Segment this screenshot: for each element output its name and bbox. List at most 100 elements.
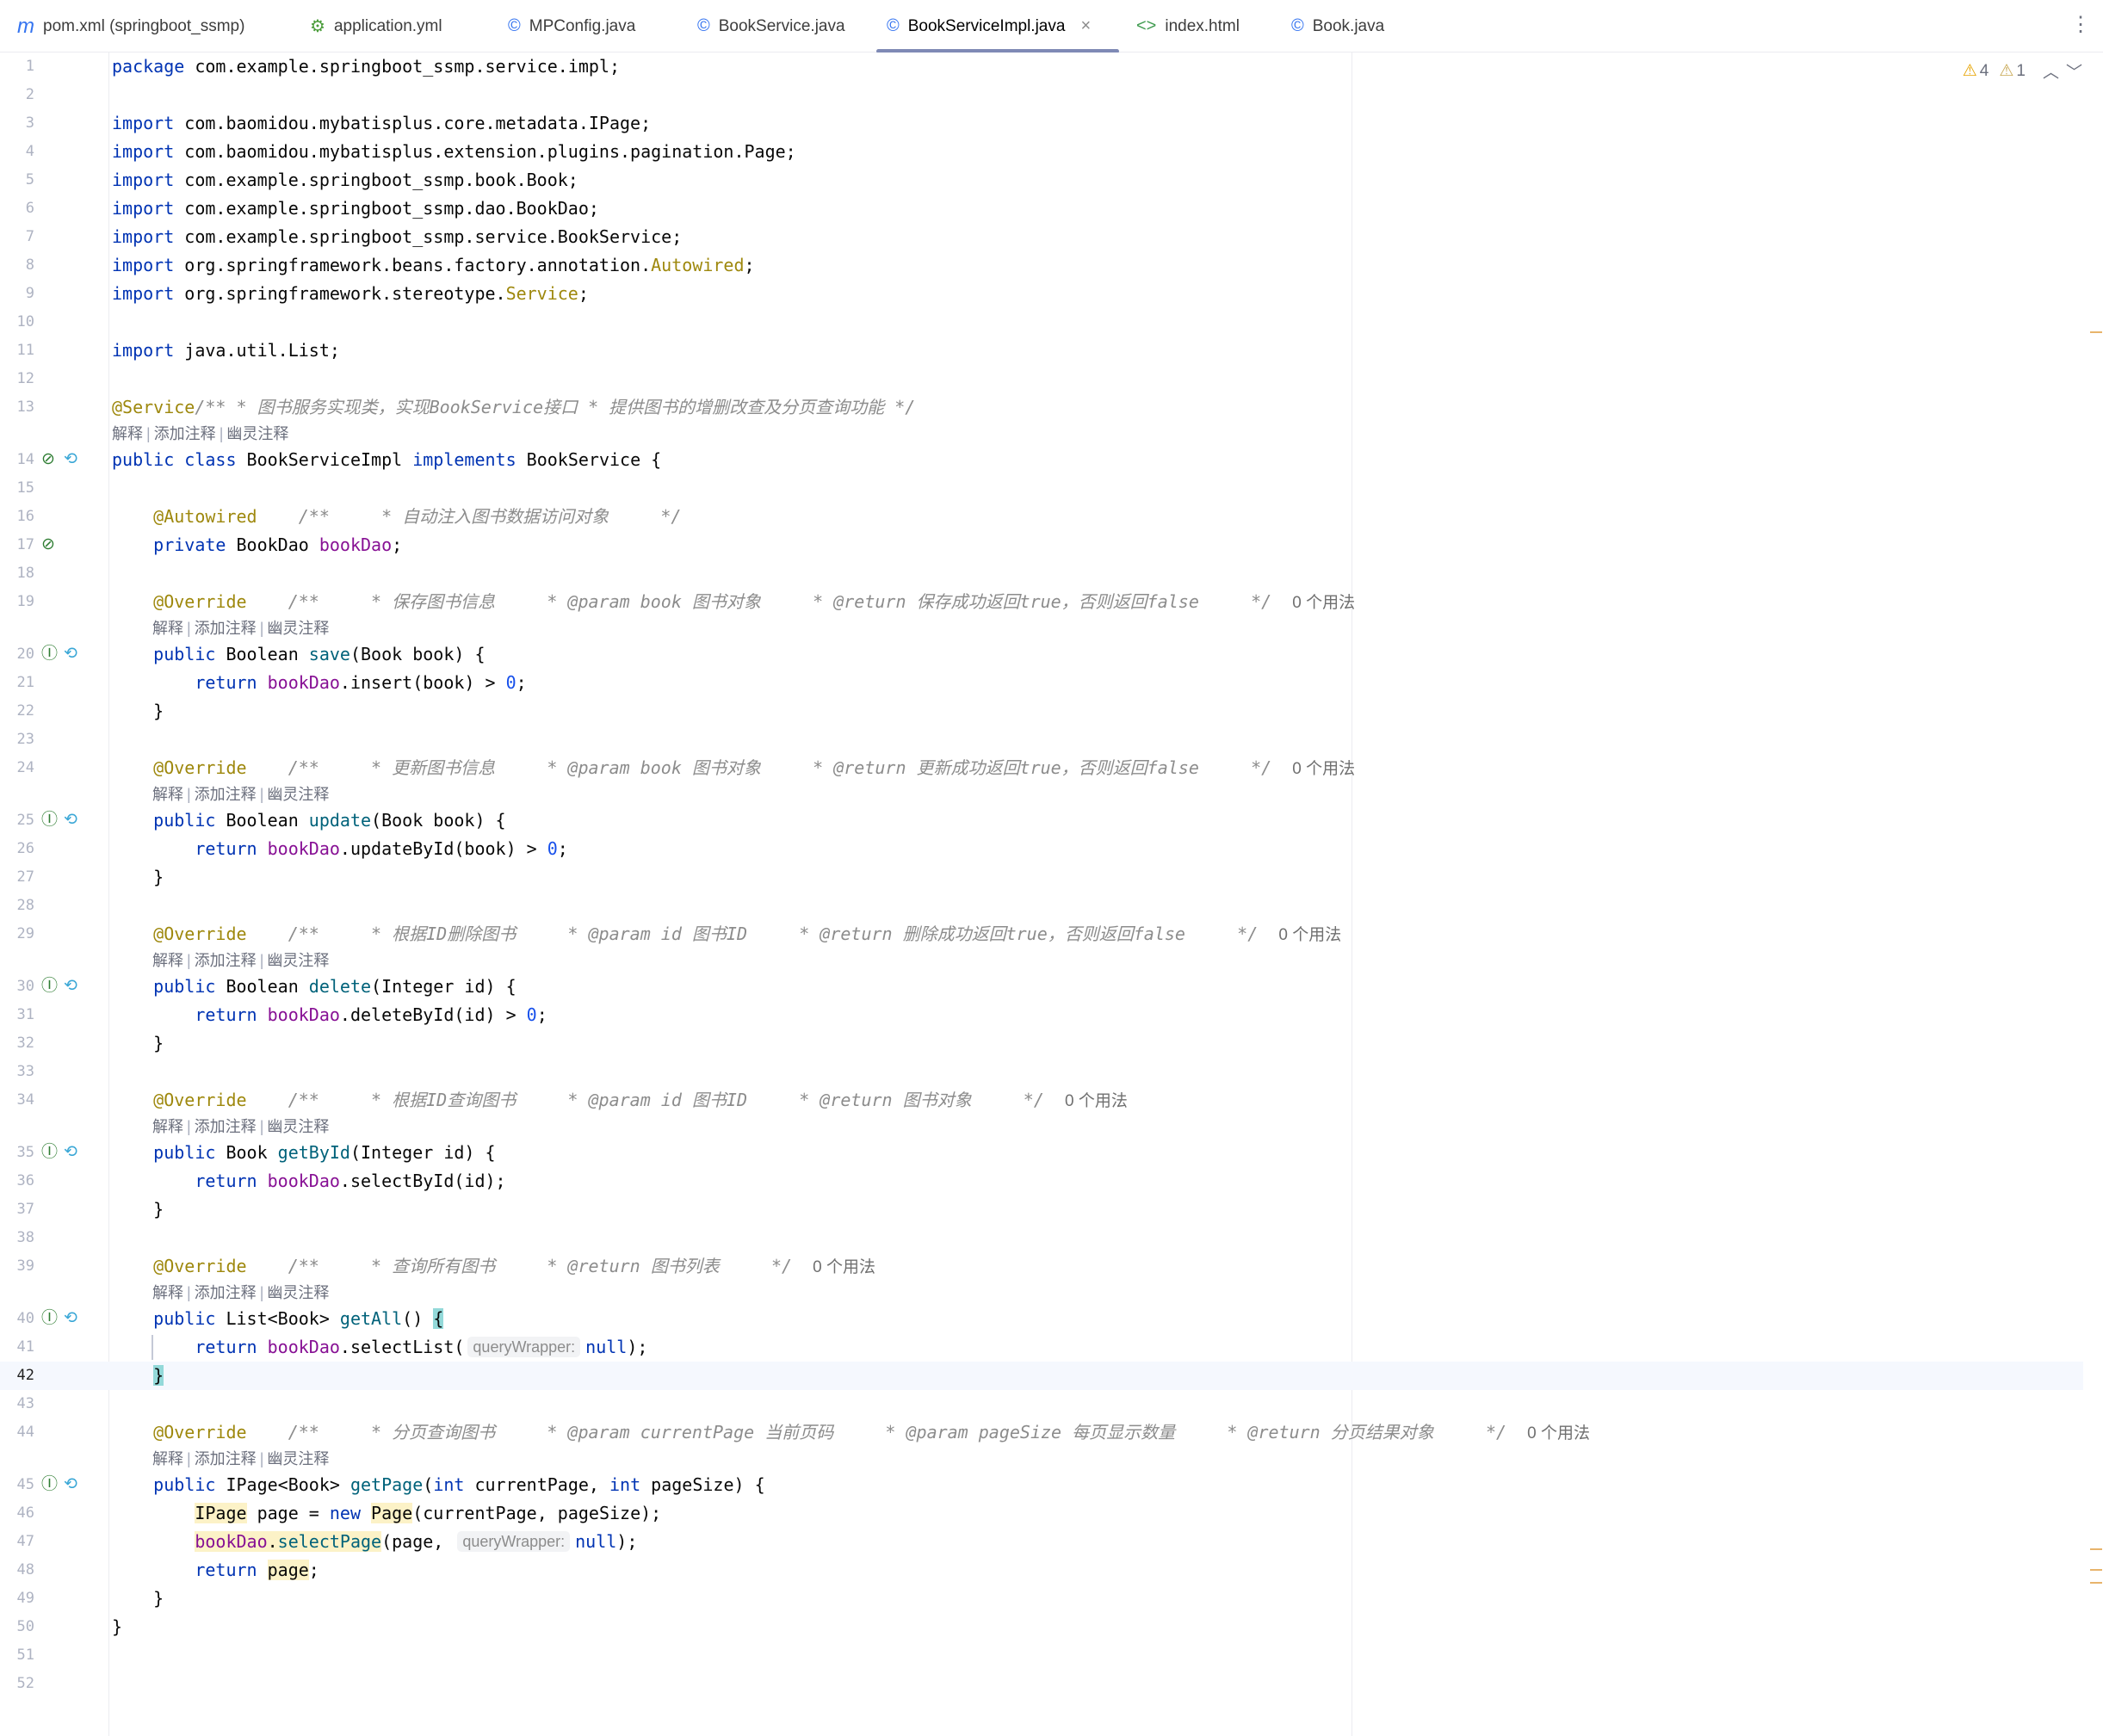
code-text[interactable]: return bookDao.selectById(id);: [112, 1167, 505, 1195]
line-number[interactable]: 51: [0, 1641, 34, 1670]
code-line[interactable]: 51: [0, 1641, 2083, 1670]
explain-lens-link[interactable]: 解释: [152, 620, 183, 637]
code-text[interactable]: @Override /** * 保存图书信息 * @param book 图书对…: [112, 588, 1355, 616]
line-number[interactable]: 39: [0, 1252, 34, 1281]
usages-count-link[interactable]: 0 个用法: [1278, 926, 1341, 944]
explain-lens-link[interactable]: 解释: [152, 1118, 183, 1135]
line-number[interactable]: 46: [0, 1499, 34, 1528]
code-text[interactable]: }: [112, 1613, 122, 1641]
code-line[interactable]: 38: [0, 1224, 2083, 1252]
code-text[interactable]: @Service/** * 图书服务实现类，实现BookService接口 * …: [112, 393, 915, 422]
code-line[interactable]: 37 }: [0, 1195, 2083, 1224]
code-text[interactable]: }: [112, 863, 164, 892]
ghost-comment-lens-link[interactable]: 幽灵注释: [267, 952, 329, 969]
usages-count-link[interactable]: 0 个用法: [1065, 1092, 1128, 1110]
code-text[interactable]: public Boolean save(Book book) {: [112, 640, 485, 669]
inspection-widget[interactable]: ⚠ 4 ⚠ 1 ︿ ﹀: [1963, 59, 2082, 83]
explain-lens-link[interactable]: 解释: [152, 786, 183, 803]
usages-count-link[interactable]: 0 个用法: [1292, 594, 1355, 612]
code-text[interactable]: import com.example.springboot_ssmp.book.…: [112, 166, 578, 195]
ghost-comment-lens-link[interactable]: 幽灵注释: [267, 1118, 329, 1135]
usages-count-link[interactable]: 0 个用法: [1292, 760, 1355, 778]
code-line[interactable]: 28: [0, 892, 2083, 920]
implements-method-icon[interactable]: Ⓘ: [41, 975, 58, 998]
code-line[interactable]: 23: [0, 726, 2083, 754]
code-line[interactable]: 6 import com.example.springboot_ssmp.dao.…: [0, 195, 2083, 223]
code-text[interactable]: return bookDao.deleteById(id) > 0;: [112, 1001, 547, 1029]
add-comment-lens-link[interactable]: 添加注释: [195, 620, 257, 637]
ghost-comment-lens-link[interactable]: 幽灵注释: [267, 1284, 329, 1301]
line-number[interactable]: 4: [0, 138, 34, 166]
explain-lens-link[interactable]: 解释: [152, 1284, 183, 1301]
line-number[interactable]: 35: [0, 1139, 34, 1167]
code-line[interactable]: 21 return bookDao.insert(book) > 0;: [0, 669, 2083, 697]
line-number[interactable]: 22: [0, 697, 34, 726]
code-line[interactable]: 2: [0, 81, 2083, 109]
code-line[interactable]: 19 @Override /** * 保存图书信息 * @param book …: [0, 588, 2083, 616]
code-text[interactable]: private BookDao bookDao;: [112, 531, 402, 559]
line-number[interactable]: 33: [0, 1058, 34, 1086]
code-line[interactable]: 46 IPage page = new Page(currentPage, pa…: [0, 1499, 2083, 1528]
add-comment-lens-link[interactable]: 添加注释: [195, 952, 257, 969]
code-text[interactable]: return bookDao.selectList(queryWrapper: n…: [112, 1333, 647, 1362]
code-editor[interactable]: 1 package com.example.springboot_ssmp.ser…: [0, 53, 2103, 1736]
ghost-comment-lens-link[interactable]: 幽灵注释: [267, 620, 329, 637]
line-number[interactable]: 21: [0, 669, 34, 697]
line-number[interactable]: 45: [0, 1471, 34, 1499]
previous-problem-icon[interactable]: ︿: [2043, 59, 2059, 83]
code-line[interactable]: 32 }: [0, 1029, 2083, 1058]
editor-tab[interactable]: ⚙ application.yml: [293, 0, 491, 53]
code-text[interactable]: @Override /** * 根据ID查询图书 * @param id 图书I…: [112, 1086, 1128, 1115]
editor-tab[interactable]: © MPConfig.java: [491, 0, 680, 53]
code-text[interactable]: return bookDao.insert(book) > 0;: [112, 669, 526, 697]
line-number[interactable]: 52: [0, 1670, 34, 1698]
add-comment-lens-link[interactable]: 添加注释: [195, 1450, 257, 1467]
related-symbol-icon[interactable]: ⟲: [64, 1307, 77, 1330]
code-line[interactable]: 13 @Service/** * 图书服务实现类，实现BookService接口 …: [0, 393, 2083, 422]
add-comment-lens-link[interactable]: 添加注释: [195, 1118, 257, 1135]
code-text[interactable]: package com.example.springboot_ssmp.serv…: [112, 53, 620, 81]
line-number[interactable]: 50: [0, 1613, 34, 1641]
code-text[interactable]: }: [112, 1585, 164, 1613]
code-line[interactable]: 48 return page;: [0, 1556, 2083, 1585]
code-text[interactable]: return page;: [112, 1556, 319, 1585]
editor-tab[interactable]: © Book.java: [1274, 0, 1446, 53]
line-number[interactable]: 3: [0, 109, 34, 138]
code-text[interactable]: public class BookServiceImpl implements …: [112, 446, 661, 474]
related-symbol-icon[interactable]: ⟲: [64, 975, 77, 998]
code-line[interactable]: 9 import org.springframework.stereotype.S…: [0, 280, 2083, 308]
code-line[interactable]: 14 ⊘ ⟲ public class BookServiceImpl impleme…: [0, 446, 2083, 474]
line-number[interactable]: 43: [0, 1390, 34, 1418]
code-line[interactable]: 44 @Override /** * 分页查询图书 * @param curre…: [0, 1418, 2083, 1447]
code-text[interactable]: public Boolean delete(Integer id) {: [112, 973, 516, 1001]
code-line[interactable]: 36 return bookDao.selectById(id);: [0, 1167, 2083, 1195]
code-line[interactable]: 39 @Override /** * 查询所有图书 * @return 图书列表…: [0, 1252, 2083, 1281]
code-text[interactable]: }: [112, 697, 164, 726]
implements-method-icon[interactable]: Ⓘ: [41, 1141, 58, 1164]
line-number[interactable]: 18: [0, 559, 34, 588]
code-line[interactable]: 42 }: [0, 1362, 2083, 1390]
implements-method-icon[interactable]: Ⓘ: [41, 643, 58, 665]
code-line[interactable]: 18: [0, 559, 2083, 588]
spring-bean-icon[interactable]: ⊘: [41, 448, 55, 471]
code-text[interactable]: public List<Book> getAll() {: [112, 1305, 444, 1333]
line-number[interactable]: 41: [0, 1333, 34, 1362]
code-line[interactable]: 15: [0, 474, 2083, 503]
line-number[interactable]: 44: [0, 1418, 34, 1447]
related-symbol-icon[interactable]: ⟲: [64, 809, 77, 831]
line-number[interactable]: 26: [0, 835, 34, 863]
line-number[interactable]: 30: [0, 973, 34, 1001]
code-line[interactable]: 50}: [0, 1613, 2083, 1641]
implements-method-icon[interactable]: Ⓘ: [41, 809, 58, 831]
line-number[interactable]: 40: [0, 1305, 34, 1333]
code-text[interactable]: import java.util.List;: [112, 337, 340, 365]
line-number[interactable]: 11: [0, 337, 34, 365]
related-symbol-icon[interactable]: ⟲: [64, 1141, 77, 1164]
add-comment-lens-link[interactable]: 添加注释: [195, 786, 257, 803]
line-number[interactable]: 7: [0, 223, 34, 251]
line-number[interactable]: 34: [0, 1086, 34, 1115]
line-number[interactable]: 5: [0, 166, 34, 195]
code-line[interactable]: 20 Ⓘ ⟲ public Boolean save(Book book) {: [0, 640, 2083, 669]
line-number[interactable]: 37: [0, 1195, 34, 1224]
more-options-icon[interactable]: ⋮: [2070, 12, 2091, 37]
